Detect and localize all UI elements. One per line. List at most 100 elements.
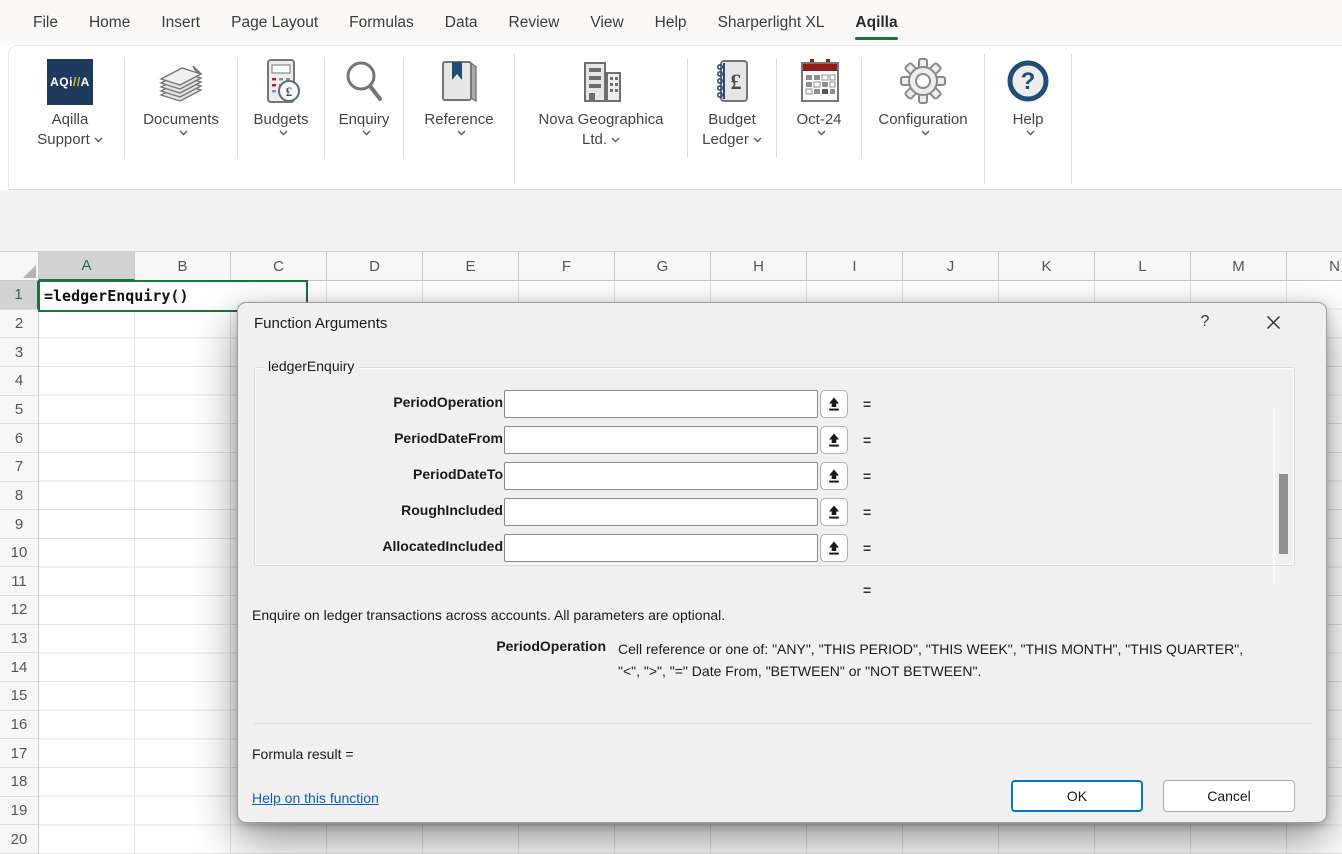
argument-input-periodoperation[interactable] — [504, 390, 818, 418]
row-header-12[interactable]: 12 — [0, 596, 38, 625]
ribbon-button-configuration[interactable]: Configuration — [862, 52, 984, 136]
ribbon-button-label: Budget — [708, 110, 756, 130]
dialog-help-button[interactable]: ? — [1192, 309, 1218, 335]
ribbon-button-documents[interactable]: Documents — [125, 52, 237, 136]
menu-tab-home[interactable]: Home — [89, 14, 130, 32]
argument-equals-sign: = — [863, 432, 871, 448]
ribbon-button-budget-ledger[interactable]: £ Budget Ledger — [688, 52, 776, 150]
ribbon-button-nova-geographica[interactable]: Nova Geographica Ltd. — [515, 52, 687, 150]
row-header-9[interactable]: 9 — [0, 510, 38, 539]
ribbon-button-label: Help — [1013, 110, 1044, 130]
dialog-scrollbar-thumb[interactable] — [1279, 474, 1288, 554]
row-header-7[interactable]: 7 — [0, 453, 38, 482]
dialog-title: Function Arguments — [254, 315, 387, 332]
row-header-5[interactable]: 5 — [0, 396, 38, 425]
row-header-3[interactable]: 3 — [0, 338, 38, 367]
menu-tab-review[interactable]: Review — [509, 14, 560, 32]
menu-tab-page-layout[interactable]: Page Layout — [231, 14, 318, 32]
row-header-10[interactable]: 10 — [0, 539, 38, 568]
ribbon-button-aqilla-support[interactable]: AQi//A Aqilla Support — [16, 52, 124, 150]
menu-tab-view[interactable]: View — [590, 14, 623, 32]
collapse-dialog-button-perioddatefrom[interactable] — [820, 426, 848, 454]
ribbon-button-label: Reference — [424, 110, 493, 130]
collapse-dialog-button-periodoperation[interactable] — [820, 390, 848, 418]
help-question-icon: ? — [1003, 54, 1053, 110]
budgets-calculator-icon: £ — [256, 54, 306, 110]
select-all-corner[interactable] — [0, 252, 39, 281]
range-select-arrow-icon — [826, 504, 842, 520]
column-header-k[interactable]: K — [999, 252, 1095, 280]
column-header-h[interactable]: H — [711, 252, 807, 280]
row-header-14[interactable]: 14 — [0, 653, 38, 682]
ribbon-button-enquiry[interactable]: Enquiry — [325, 52, 403, 136]
chevron-down-icon — [279, 130, 288, 136]
menu-tab-file[interactable]: File — [33, 14, 58, 32]
row-headers: 1234567891011121314151617181920 — [0, 281, 39, 854]
chevron-down-icon — [921, 130, 930, 136]
column-header-m[interactable]: M — [1191, 252, 1287, 280]
function-group-box: ledgerEnquiry PeriodOperation=PeriodDate… — [254, 367, 1295, 566]
param-help-line1: Cell reference or one of: "ANY", "THIS P… — [618, 638, 1308, 660]
chevron-down-icon — [179, 130, 188, 136]
menu-tab-aqilla[interactable]: Aqilla — [855, 14, 897, 32]
chevron-down-icon — [94, 137, 103, 143]
dialog-divider — [254, 723, 1312, 724]
collapse-dialog-button-perioddateto[interactable] — [820, 462, 848, 490]
column-header-g[interactable]: G — [615, 252, 711, 280]
svg-text:£: £ — [731, 69, 742, 94]
ribbon-button-help[interactable]: ? Help — [985, 52, 1071, 136]
column-header-b[interactable]: B — [135, 252, 231, 280]
row-header-16[interactable]: 16 — [0, 711, 38, 740]
argument-row-perioddateto: PeriodDateTo= — [255, 462, 1294, 490]
row-header-13[interactable]: 13 — [0, 625, 38, 654]
row-header-4[interactable]: 4 — [0, 367, 38, 396]
collapse-dialog-button-allocatedincluded[interactable] — [820, 534, 848, 562]
function-name-label: ledgerEnquiry — [263, 358, 359, 374]
column-header-e[interactable]: E — [423, 252, 519, 280]
row-header-19[interactable]: 19 — [0, 797, 38, 826]
menu-tab-insert[interactable]: Insert — [161, 14, 200, 32]
menu-tab-help[interactable]: Help — [655, 14, 687, 32]
column-header-c[interactable]: C — [231, 252, 327, 280]
argument-input-roughincluded[interactable] — [504, 498, 818, 526]
column-header-j[interactable]: J — [903, 252, 999, 280]
row-header-6[interactable]: 6 — [0, 424, 38, 453]
column-header-a[interactable]: A — [39, 252, 135, 281]
argument-input-perioddatefrom[interactable] — [504, 426, 818, 454]
ribbon-button-label2: Ledger — [702, 130, 749, 150]
ok-button[interactable]: OK — [1011, 780, 1143, 812]
help-on-function-link[interactable]: Help on this function — [252, 790, 379, 806]
ribbon-button-reference[interactable]: Reference — [404, 52, 514, 136]
argument-input-allocatedincluded[interactable] — [504, 534, 818, 562]
row-header-18[interactable]: 18 — [0, 768, 38, 797]
row-header-11[interactable]: 11 — [0, 568, 38, 597]
argument-equals-sign: = — [863, 504, 871, 520]
ribbon-button-budgets[interactable]: £ Budgets — [238, 52, 324, 136]
column-header-n[interactable]: N — [1287, 252, 1342, 280]
param-help-name: PeriodOperation — [418, 638, 606, 654]
range-select-arrow-icon — [826, 396, 842, 412]
menu-tab-formulas[interactable]: Formulas — [349, 14, 414, 32]
column-header-d[interactable]: D — [327, 252, 423, 280]
row-header-8[interactable]: 8 — [0, 482, 38, 511]
row-header-2[interactable]: 2 — [0, 310, 38, 339]
argument-input-perioddateto[interactable] — [504, 462, 818, 490]
collapse-dialog-button-roughincluded[interactable] — [820, 498, 848, 526]
chevron-down-icon — [457, 130, 466, 136]
row-header-17[interactable]: 17 — [0, 739, 38, 768]
menu-tab-sharperlight-xl[interactable]: Sharperlight XL — [718, 14, 825, 32]
menu-tab-data[interactable]: Data — [445, 14, 478, 32]
row-header-15[interactable]: 15 — [0, 682, 38, 711]
row-header-1[interactable]: 1 — [0, 281, 39, 310]
formula-bar: SUM fx =ledgerEnquiry() — [0, 190, 1342, 252]
ribbon-button-label: Enquiry — [339, 110, 390, 130]
cancel-button[interactable]: Cancel — [1163, 780, 1295, 812]
column-header-f[interactable]: F — [519, 252, 615, 280]
ribbon-button-period-oct-24[interactable]: Oct-24 — [777, 52, 861, 136]
column-header-l[interactable]: L — [1095, 252, 1191, 280]
close-icon[interactable] — [1258, 309, 1288, 335]
gear-icon — [896, 54, 950, 110]
dialog-scrollbar-track[interactable] — [1273, 408, 1275, 585]
column-header-i[interactable]: I — [807, 252, 903, 280]
row-header-20[interactable]: 20 — [0, 825, 38, 854]
